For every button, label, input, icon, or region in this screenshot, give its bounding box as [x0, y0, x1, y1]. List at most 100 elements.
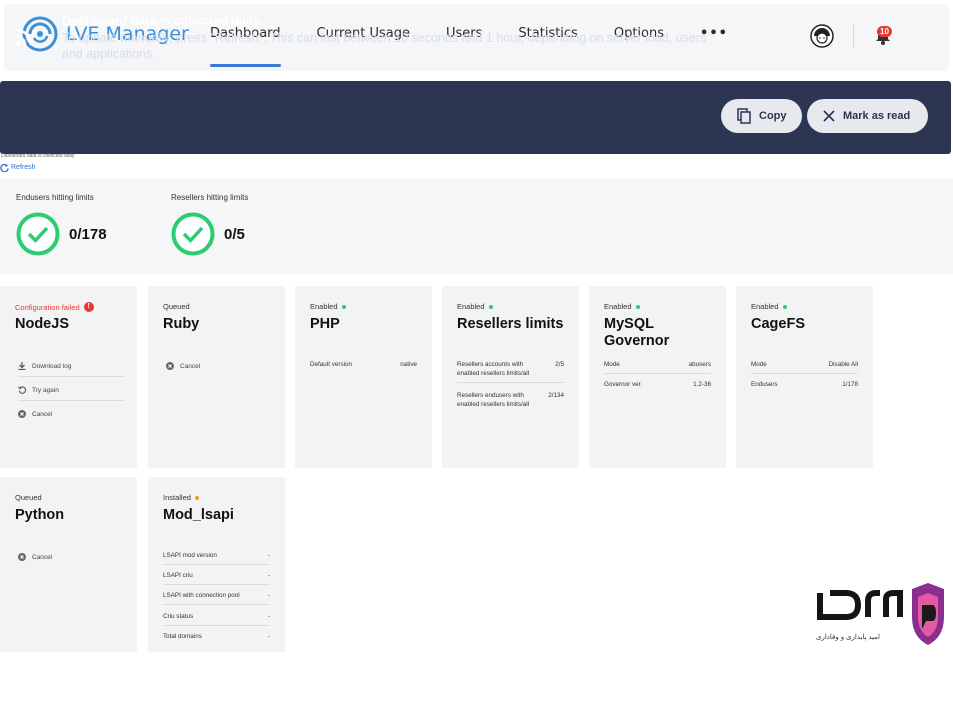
check-circle-icon — [16, 212, 60, 256]
card-title: Ruby — [163, 316, 200, 332]
action-label: Try again — [32, 386, 59, 394]
resellers-label: Resellers hitting limits — [171, 193, 249, 202]
action-label: Cancel — [180, 362, 201, 370]
card-row: Criu status - — [163, 612, 270, 626]
card-row: Total domains - — [163, 632, 270, 641]
limits-summary: Endusers hitting limits 0/178 Resellers … — [0, 179, 953, 274]
refresh-button[interactable]: Refresh — [0, 163, 36, 172]
mark-as-read-label: Mark as read — [843, 110, 911, 122]
card-title: Resellers limits — [457, 316, 564, 332]
row-value: - — [267, 572, 270, 579]
mark-as-read-button[interactable]: Mark as read — [807, 99, 928, 133]
header-divider — [853, 24, 854, 48]
error-icon: ! — [83, 302, 94, 312]
card-title: PHP — [310, 316, 340, 332]
cancel-button[interactable]: Cancel — [18, 410, 124, 418]
row-key: Mode — [751, 361, 767, 368]
resellers-summary: Resellers hitting limits 0/5 — [171, 193, 248, 256]
card-mysql-governor: Enabled MySQL Governor Mode abusers Gove… — [589, 286, 726, 468]
card-row: Governor ver. 1.2-36 — [604, 380, 711, 389]
row-key: Resellers endusers with enabled reseller… — [457, 392, 530, 408]
endusers-summary: Endusers hitting limits 0/178 — [16, 193, 107, 256]
card-title: MySQL Governor — [604, 316, 670, 349]
card-status: Queued — [15, 493, 42, 502]
action-label: Download log — [32, 362, 72, 370]
card-mod-lsapi: Installed Mod_lsapi LSAPI mod version - … — [148, 477, 285, 652]
download-icon — [18, 362, 26, 370]
row-key: Total domains — [163, 633, 202, 640]
status-label: Installed — [163, 493, 191, 502]
status-label: Enabled — [751, 302, 779, 311]
card-row: Default version native — [310, 360, 417, 369]
cancel-icon — [18, 553, 26, 561]
status-label: Enabled — [604, 302, 632, 311]
retry-icon — [18, 386, 26, 394]
row-value: 1.2-36 — [693, 381, 711, 388]
cancel-button[interactable]: Cancel — [18, 553, 124, 561]
cancel-icon — [166, 362, 174, 370]
row-key: Criu status — [163, 613, 194, 620]
row-value: 2/134 — [548, 392, 564, 399]
card-row: Mode Disable All — [751, 360, 858, 374]
status-label: Enabled — [310, 302, 338, 311]
copy-icon — [737, 108, 751, 124]
row-value: 1/178 — [842, 381, 858, 388]
row-value: - — [267, 552, 270, 559]
copy-button[interactable]: Copy — [721, 99, 802, 133]
row-key: Mode — [604, 361, 620, 368]
watermark-logo — [816, 583, 948, 654]
status-label: Enabled — [457, 302, 485, 311]
row-key: Governor ver. — [604, 381, 643, 388]
rss-icon — [14, 27, 34, 52]
cancel-button[interactable]: Cancel — [166, 362, 272, 370]
status-label: Queued — [163, 302, 190, 311]
collection-note: Dashboard data is collected daily — [1, 153, 75, 159]
notification-count-badge: 10 — [877, 26, 892, 37]
card-resellers-limits: Enabled Resellers limits Resellers accou… — [442, 286, 579, 468]
card-row: Resellers endusers with enabled reseller… — [457, 391, 564, 409]
check-circle-icon — [171, 212, 215, 256]
card-status: Enabled — [310, 302, 346, 311]
row-value: Disable All — [828, 361, 858, 368]
close-icon — [823, 110, 835, 122]
card-row: LSAPI with connection pool - — [163, 591, 270, 605]
card-status: Enabled — [751, 302, 787, 311]
card-status: Installed — [163, 493, 199, 502]
card-status: Queued — [163, 302, 190, 311]
row-value: - — [267, 592, 270, 599]
card-status: Enabled — [604, 302, 640, 311]
action-label: Cancel — [32, 553, 53, 561]
cancel-icon — [18, 410, 26, 418]
support-avatar[interactable] — [810, 24, 834, 53]
card-row: Mode abusers — [604, 360, 711, 374]
card-row: Endusers 1/178 — [751, 380, 858, 389]
card-python: Queued Python Cancel — [0, 477, 137, 652]
action-label: Cancel — [32, 410, 53, 418]
card-cagefs: Enabled CageFS Mode Disable All Endusers… — [736, 286, 873, 468]
row-value: native — [400, 361, 417, 368]
card-row: LSAPI criu - — [163, 571, 270, 585]
row-key: Resellers accounts with enabled reseller… — [457, 361, 530, 377]
row-value: 2/5 — [555, 361, 564, 368]
banner-title: Dashboard data is collected daily. — [62, 14, 263, 28]
card-row: LSAPI mod version - — [163, 551, 270, 565]
try-again-button[interactable]: Try again — [18, 386, 124, 401]
card-title: Mod_lsapi — [163, 507, 234, 523]
refresh-label: Refresh — [11, 164, 36, 171]
row-value: - — [267, 633, 270, 640]
endusers-label: Endusers hitting limits — [16, 193, 94, 202]
status-dot — [194, 495, 199, 500]
row-value: abusers — [688, 361, 711, 368]
row-value: - — [267, 613, 270, 620]
card-status: Configuration failed ! — [15, 302, 94, 312]
status-dot — [782, 304, 787, 309]
status-label: Configuration failed — [15, 302, 80, 312]
card-title: NodeJS — [15, 316, 69, 332]
banner-message: To update manually, press "Refresh". Thi… — [62, 31, 707, 61]
refresh-icon — [0, 163, 9, 172]
card-nodejs: Configuration failed ! NodeJS Download l… — [0, 286, 137, 468]
row-key: Default version — [310, 361, 352, 368]
download-log-button[interactable]: Download log — [18, 362, 124, 377]
row-key: LSAPI mod version — [163, 552, 217, 559]
card-status: Enabled — [457, 302, 493, 311]
